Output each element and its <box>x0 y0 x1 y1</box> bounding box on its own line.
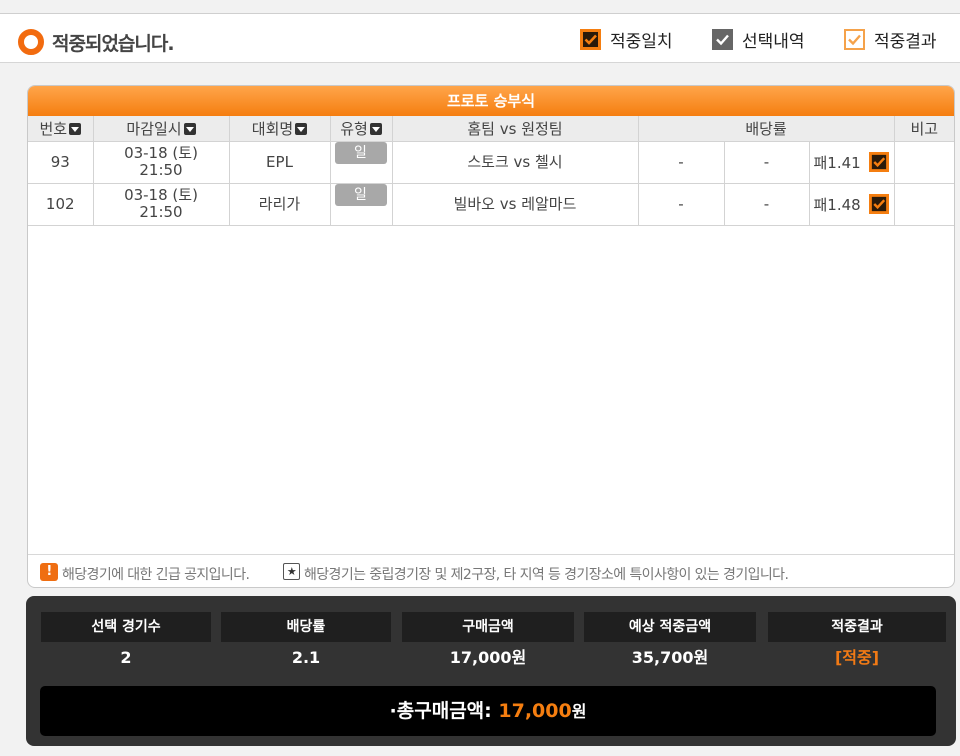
col-number-header[interactable]: 번호 <box>28 116 94 142</box>
result-header: 적중되었습니다. 적중일치 선택내역 적중결과 <box>0 13 960 63</box>
dark-check-icon <box>868 194 889 214</box>
table-row: 102 03-18 (토) 21:50 라리가 일 반 빌바오 vs 레알마드 -… <box>28 183 954 226</box>
odds-draw: - <box>724 141 810 184</box>
odds-loss[interactable]: 패1.48 <box>809 183 895 226</box>
col-deadline-header[interactable]: 마감일시 <box>93 116 230 142</box>
summary-hit-result: 적중결과 [적중] <box>768 612 946 674</box>
odds-win: - <box>638 183 725 226</box>
status-text: 적중되었습니다. <box>52 33 175 55</box>
bullet-icon: · <box>389 700 397 722</box>
col-odds-header: 배당률 <box>638 116 895 142</box>
row-number: 102 <box>28 183 94 226</box>
panel-title: 프로토 승부식 <box>28 86 954 116</box>
legend-label: 선택내역 <box>742 32 805 52</box>
dark-check-icon <box>580 29 601 50</box>
odds-loss[interactable]: 패1.41 <box>809 141 895 184</box>
venue-notice-text: 해당경기는 중립경기장 및 제2구장, 타 지역 등 경기장소에 특이사항이 있… <box>304 567 789 583</box>
col-league-header[interactable]: 대회명 <box>229 116 331 142</box>
row-note <box>894 183 954 226</box>
type-badge: 일 반 <box>335 183 387 225</box>
col-type-header[interactable]: 유형 <box>330 116 393 142</box>
dark-check-icon <box>868 152 889 172</box>
game-table-panel: 프로토 승부식 번호 마감일시 대회명 유형 홈팀 vs 원정팀 배당률 비고 … <box>27 85 955 588</box>
col-note-header: 비고 <box>894 116 954 142</box>
odds-win: - <box>638 141 725 184</box>
legend-selection: 선택내역 <box>712 27 805 52</box>
legend-hit-result: 적중결과 <box>844 27 937 52</box>
total-label: 총구매금액: <box>396 700 492 722</box>
row-number: 93 <box>28 141 94 184</box>
circle-status-icon <box>18 29 44 55</box>
sort-dropdown-icon[interactable] <box>369 122 382 135</box>
game-table: 번호 마감일시 대회명 유형 홈팀 vs 원정팀 배당률 비고 93 03-18… <box>28 116 954 226</box>
row-deadline: 03-18 (토) 21:50 <box>93 183 230 226</box>
row-deadline: 03-18 (토) 21:50 <box>93 141 230 184</box>
summary-purchase-amount: 구매금액 17,000원 <box>402 612 574 674</box>
summary-expected-amount: 예상 적중금액 35,700원 <box>584 612 756 674</box>
summary-selected-count: 선택 경기수 2 <box>41 612 211 674</box>
notice-bar: ! 해당경기에 대한 긴급 공지입니다. ★ 해당경기는 중립경기장 및 제2구… <box>28 554 954 587</box>
table-row: 93 03-18 (토) 21:50 EPL 일 반 스토크 vs 첼시 - - … <box>28 141 954 184</box>
gray-check-icon <box>712 29 733 50</box>
legend-label: 적중일치 <box>610 32 673 52</box>
total-unit: 원 <box>571 702 587 721</box>
row-type: 일 반 <box>330 183 393 226</box>
total-purchase-bar: ·총구매금액: 17,000원 <box>40 686 936 736</box>
sort-dropdown-icon[interactable] <box>183 122 196 135</box>
summary-panel: 선택 경기수 2 배당률 2.1 구매금액 17,000원 예상 적중금액 35… <box>26 596 956 746</box>
outline-check-icon <box>844 29 865 50</box>
legend-label: 적중결과 <box>874 32 937 52</box>
warning-icon: ! <box>40 563 58 581</box>
row-match: 스토크 vs 첼시 <box>392 141 639 184</box>
type-badge: 일 반 <box>335 141 387 183</box>
summary-odds: 배당률 2.1 <box>221 612 391 674</box>
row-league: EPL <box>229 141 331 184</box>
col-match-header: 홈팀 vs 원정팀 <box>392 116 639 142</box>
row-type: 일 반 <box>330 141 393 184</box>
table-header-row: 번호 마감일시 대회명 유형 홈팀 vs 원정팀 배당률 비고 <box>28 116 954 142</box>
total-amount: 17,000 <box>498 700 572 722</box>
row-league: 라리가 <box>229 183 331 226</box>
sort-dropdown-icon[interactable] <box>69 122 82 135</box>
row-note <box>894 141 954 184</box>
sort-dropdown-icon[interactable] <box>295 122 308 135</box>
legend-hit-match: 적중일치 <box>580 27 673 52</box>
odds-draw: - <box>724 183 810 226</box>
urgent-notice-text: 해당경기에 대한 긴급 공지입니다. <box>62 567 250 583</box>
row-match: 빌바오 vs 레알마드 <box>392 183 639 226</box>
star-icon: ★ <box>283 563 300 580</box>
